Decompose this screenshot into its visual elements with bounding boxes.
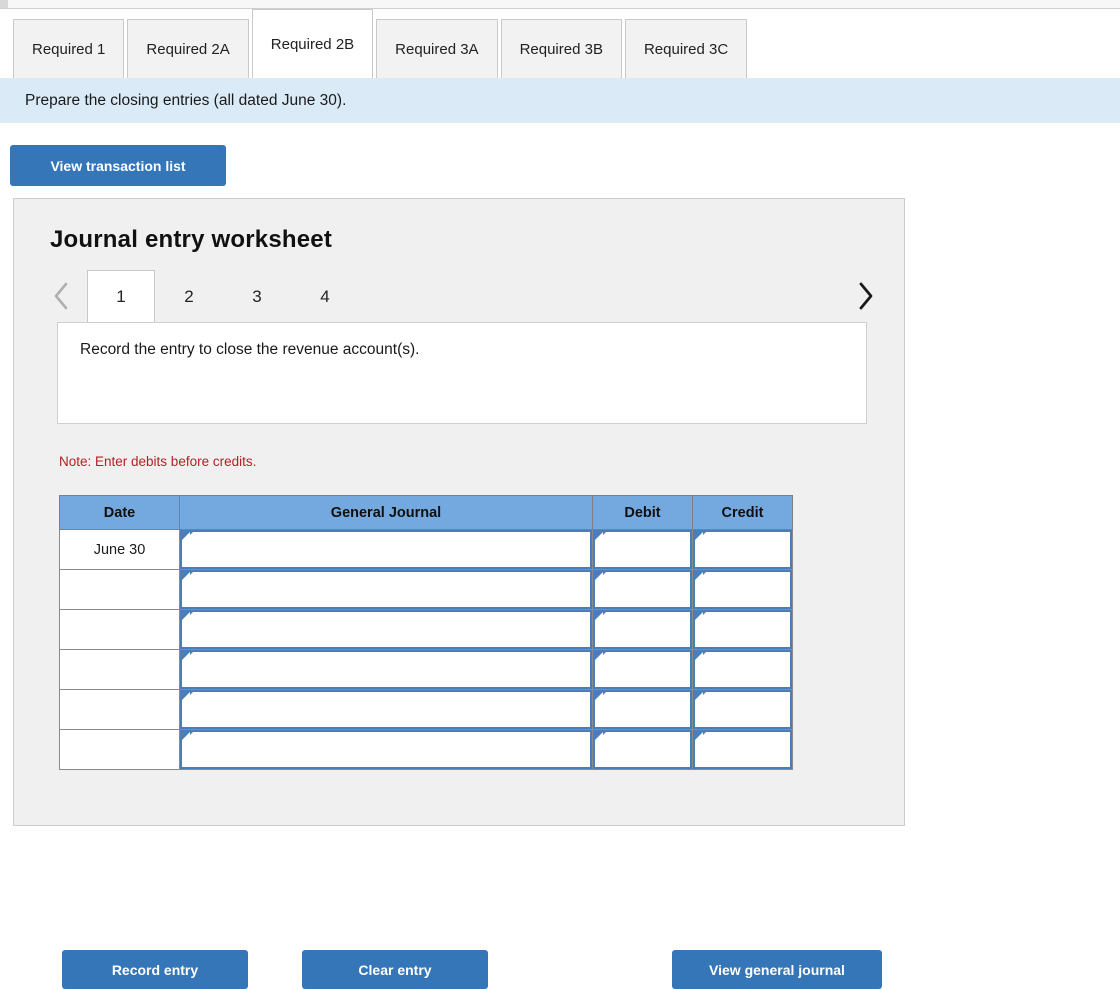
clear-entry-button[interactable]: Clear entry	[302, 950, 488, 989]
worksheet-page-3[interactable]: 3	[223, 270, 291, 322]
journal-date-cell[interactable]	[59, 689, 180, 730]
worksheet-page-tabs: 1 2 3 4	[87, 270, 359, 322]
panel-title: Journal entry worksheet	[50, 226, 333, 253]
journal-credit-input-cell	[692, 649, 793, 690]
tab-label: Required 3A	[395, 40, 479, 58]
tab-required-3b[interactable]: Required 3B	[500, 19, 622, 78]
debits-before-credits-note: Note: Enter debits before credits.	[59, 454, 257, 469]
column-header-date: Date	[59, 495, 180, 530]
column-header-debit: Debit	[592, 495, 693, 530]
tab-required-3a[interactable]: Required 3A	[376, 19, 498, 78]
journal-account-input-cell	[179, 569, 593, 610]
journal-debit-input[interactable]	[593, 570, 692, 609]
journal-account-input[interactable]	[180, 570, 592, 609]
journal-account-input[interactable]	[180, 530, 592, 569]
journal-debit-input-cell	[592, 729, 693, 770]
journal-account-input[interactable]	[180, 610, 592, 649]
window-top-strip	[0, 0, 1120, 9]
journal-credit-input-cell	[692, 529, 793, 570]
journal-credit-input-cell	[692, 609, 793, 650]
record-entry-button[interactable]: Record entry	[62, 950, 248, 989]
journal-account-input[interactable]	[180, 690, 592, 729]
window-corner-marker	[0, 0, 8, 8]
tab-required-3c[interactable]: Required 3C	[624, 19, 748, 78]
journal-account-input-cell	[179, 529, 593, 570]
worksheet-page-label: 1	[116, 286, 126, 306]
journal-credit-input[interactable]	[693, 690, 792, 729]
journal-debit-input[interactable]	[593, 610, 692, 649]
view-transaction-list-button[interactable]: View transaction list	[10, 145, 226, 186]
chevron-left-icon[interactable]	[44, 276, 78, 316]
journal-date-cell[interactable]	[59, 729, 180, 770]
journal-credit-input-cell	[692, 569, 793, 610]
journal-entry-table: Date General Journal Debit Credit June 3…	[59, 495, 793, 770]
tab-label: Required 2A	[146, 40, 230, 58]
tab-label: Required 3B	[519, 40, 603, 58]
journal-table-head: Date General Journal Debit Credit	[59, 495, 793, 530]
journal-credit-input[interactable]	[693, 730, 792, 769]
tab-label: Required 2B	[270, 35, 355, 53]
requirement-tabs: Required 1 Required 2A Required 2B Required…	[0, 9, 1120, 78]
journal-date-value: June 30	[93, 541, 146, 558]
journal-debit-input-cell	[592, 529, 693, 570]
worksheet-prompt-box: Record the entry to close the revenue ac…	[57, 322, 867, 424]
tab-label: Required 3C	[643, 40, 729, 58]
requirement-instruction-banner: Prepare the closing entries (all dated J…	[0, 78, 1120, 123]
journal-account-input-cell	[179, 649, 593, 690]
journal-credit-input-cell	[692, 729, 793, 770]
journal-debit-input-cell	[592, 689, 693, 730]
tab-required-2a[interactable]: Required 2A	[127, 19, 249, 78]
column-header-general-journal: General Journal	[179, 495, 593, 530]
journal-credit-input-cell	[692, 689, 793, 730]
worksheet-page-2[interactable]: 2	[155, 270, 223, 322]
journal-date-cell[interactable]: June 30	[59, 529, 180, 570]
chevron-right-icon[interactable]	[848, 276, 882, 316]
journal-debit-input-cell	[592, 609, 693, 650]
journal-debit-input[interactable]	[593, 690, 692, 729]
journal-table-row	[59, 569, 793, 610]
journal-table-row	[59, 689, 793, 730]
journal-account-input-cell	[179, 609, 593, 650]
journal-table-row: June 30	[59, 529, 793, 570]
journal-table-body: June 30	[59, 529, 793, 770]
journal-account-input[interactable]	[180, 650, 592, 689]
worksheet-page-4[interactable]: 4	[291, 270, 359, 322]
journal-debit-input[interactable]	[593, 650, 692, 689]
journal-account-input-cell	[179, 729, 593, 770]
journal-credit-input[interactable]	[693, 570, 792, 609]
worksheet-pager: 1 2 3 4	[44, 270, 882, 322]
journal-table-row	[59, 729, 793, 770]
journal-table-row	[59, 649, 793, 690]
tab-required-2b[interactable]: Required 2B	[251, 9, 374, 78]
journal-debit-input-cell	[592, 569, 693, 610]
journal-table-header-row: Date General Journal Debit Credit	[59, 495, 793, 530]
worksheet-page-label: 4	[320, 286, 330, 306]
requirement-instruction-text: Prepare the closing entries (all dated J…	[25, 91, 347, 109]
worksheet-page-label: 3	[252, 286, 262, 306]
tab-label: Required 1	[32, 40, 106, 58]
journal-debit-input-cell	[592, 649, 693, 690]
journal-credit-input[interactable]	[693, 530, 792, 569]
tab-required-1[interactable]: Required 1	[13, 19, 125, 78]
journal-debit-input[interactable]	[593, 530, 692, 569]
journal-debit-input[interactable]	[593, 730, 692, 769]
journal-account-input-cell	[179, 689, 593, 730]
journal-credit-input[interactable]	[693, 650, 792, 689]
journal-date-cell[interactable]	[59, 609, 180, 650]
journal-date-cell[interactable]	[59, 649, 180, 690]
column-header-credit: Credit	[692, 495, 793, 530]
worksheet-page-1[interactable]: 1	[87, 270, 155, 322]
journal-account-input[interactable]	[180, 730, 592, 769]
worksheet-page-label: 2	[184, 286, 194, 306]
journal-credit-input[interactable]	[693, 610, 792, 649]
journal-table-row	[59, 609, 793, 650]
view-general-journal-button[interactable]: View general journal	[672, 950, 882, 989]
journal-date-cell[interactable]	[59, 569, 180, 610]
journal-entry-worksheet-panel: Journal entry worksheet 1 2 3 4 Record the …	[13, 198, 905, 989]
worksheet-prompt-text: Record the entry to close the revenue ac…	[80, 341, 420, 358]
